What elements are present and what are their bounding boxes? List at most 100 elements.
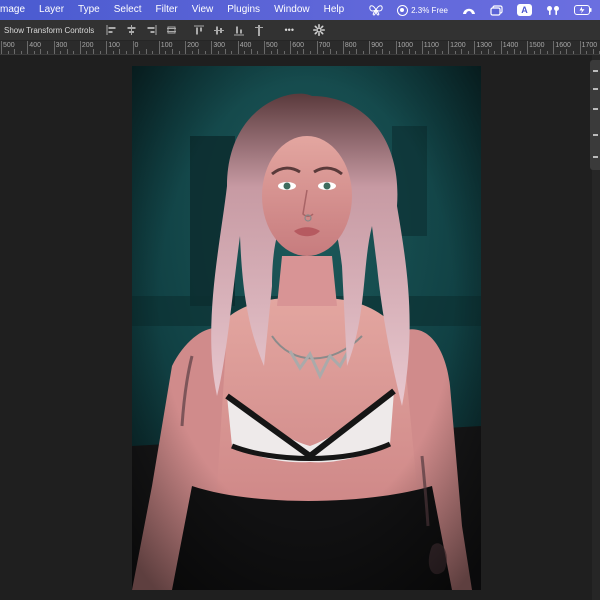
ruler-minor-tick — [533, 51, 535, 54]
ruler-minor-tick — [14, 49, 16, 54]
ruler-minor-tick — [461, 49, 463, 54]
menubar: mage Layer Type Select Filter View Plugins Wind… — [0, 0, 600, 20]
menu-layer[interactable]: Layer — [32, 0, 71, 20]
ruler-minor-tick — [402, 51, 404, 54]
ruler-minor-tick — [336, 51, 338, 54]
ruler-minor-tick — [573, 51, 575, 54]
ruler-minor-tick — [66, 49, 68, 54]
ruler-minor-tick — [375, 51, 377, 54]
window-icon[interactable] — [490, 0, 503, 20]
ruler-major-tick — [79, 41, 81, 54]
gear-icon[interactable] — [312, 23, 326, 37]
ruler-minor-tick — [191, 51, 193, 54]
show-transform-controls-checkbox[interactable]: Show Transform Controls — [4, 26, 94, 35]
align-bottom-icon[interactable] — [232, 23, 246, 37]
ruler-minor-tick — [586, 51, 588, 54]
ruler-label: 300 — [213, 42, 226, 49]
arc-icon[interactable] — [462, 0, 476, 20]
ruler-label: 1300 — [476, 42, 492, 49]
ruler-minor-tick — [349, 51, 351, 54]
ruler-major-tick — [132, 41, 134, 54]
ruler-minor-tick — [165, 51, 167, 54]
memory-indicator[interactable]: 2.3% Free — [397, 4, 448, 16]
input-source-icon[interactable]: A — [517, 0, 532, 20]
align-middle-icon[interactable] — [212, 23, 226, 37]
ruler-minor-tick — [217, 51, 219, 54]
menu-filter[interactable]: Filter — [149, 0, 185, 20]
ruler-label: 600 — [292, 42, 304, 49]
align-right-icon[interactable] — [144, 23, 158, 37]
menu-select[interactable]: Select — [107, 0, 149, 20]
ruler-major-tick — [290, 41, 292, 54]
collapsed-panel-tabs[interactable] — [590, 60, 600, 170]
ruler-major-tick — [211, 41, 213, 54]
ruler-minor-tick — [388, 51, 390, 54]
ruler-minor-tick — [356, 49, 358, 54]
ruler-label: 200 — [81, 42, 94, 49]
ruler-minor-tick — [125, 51, 127, 54]
document-image[interactable] — [132, 66, 481, 590]
ruler-label: 0 — [134, 42, 139, 49]
ruler-minor-tick — [73, 51, 75, 54]
ruler-minor-tick — [231, 51, 233, 54]
distribute-vertical-icon[interactable] — [252, 23, 266, 37]
ruler-minor-tick — [198, 49, 200, 54]
ruler-minor-tick — [152, 51, 154, 54]
ruler-minor-tick — [559, 51, 561, 54]
ruler-major-tick — [500, 41, 502, 54]
ruler-label: 1500 — [529, 42, 545, 49]
ruler-minor-tick — [566, 49, 568, 54]
horizontal-ruler[interactable]: 500 400 300 200 100 0 100 200 300 400 500 600 700 800… — [0, 41, 600, 55]
ruler-minor-tick — [145, 49, 147, 54]
ruler-minor-tick — [513, 49, 515, 54]
ruler-major-tick — [106, 41, 108, 54]
ruler-label: 1700 — [581, 42, 598, 49]
airpods-icon[interactable] — [546, 0, 560, 20]
menu-help[interactable]: Help — [317, 0, 352, 20]
menu-plugins[interactable]: Plugins — [220, 0, 267, 20]
ruler-minor-tick — [33, 51, 35, 54]
ruler-label: 100 — [108, 42, 120, 49]
ruler-minor-tick — [178, 51, 180, 54]
ruler-minor-tick — [99, 51, 101, 54]
ruler-major-tick — [369, 41, 371, 54]
ruler-major-tick — [316, 41, 318, 54]
ruler-minor-tick — [283, 51, 285, 54]
more-options-button[interactable]: ••• — [280, 23, 298, 37]
ruler-minor-tick — [310, 51, 312, 54]
ruler-label: 1400 — [502, 42, 519, 49]
ruler-minor-tick — [441, 51, 443, 54]
ruler-minor-tick — [494, 51, 496, 54]
align-center-icon[interactable] — [124, 23, 138, 37]
menu-mage[interactable]: mage — [0, 0, 32, 20]
ruler-minor-tick — [480, 51, 482, 54]
battery-icon[interactable] — [574, 0, 592, 20]
ruler-minor-tick — [20, 51, 22, 54]
butterfly-icon[interactable] — [369, 0, 383, 20]
ruler-minor-tick — [507, 51, 509, 54]
ruler-minor-tick — [520, 51, 522, 54]
menu-type[interactable]: Type — [71, 0, 107, 20]
ruler-minor-tick — [303, 49, 305, 54]
menu-window[interactable]: Window — [267, 0, 317, 20]
ruler-label: 700 — [318, 42, 331, 49]
distribute-horizontal-icon[interactable] — [164, 23, 178, 37]
ruler-minor-tick — [454, 51, 456, 54]
menu-view[interactable]: View — [185, 0, 221, 20]
ruler-label: 500 — [266, 42, 278, 49]
ruler-major-tick — [185, 41, 187, 54]
ruler-minor-tick — [546, 51, 548, 54]
ruler-minor-tick — [93, 49, 95, 54]
ruler-minor-tick — [204, 51, 206, 54]
ruler-minor-tick — [7, 51, 9, 54]
ruler-major-tick — [342, 41, 344, 54]
ruler-minor-tick — [270, 51, 272, 54]
memory-text: 2.3% Free — [411, 5, 448, 15]
ruler-major-tick — [448, 41, 450, 54]
ruler-minor-tick — [467, 51, 469, 54]
align-left-icon[interactable] — [104, 23, 118, 37]
ruler-minor-tick — [224, 49, 226, 54]
align-top-icon[interactable] — [192, 23, 206, 37]
ruler-minor-tick — [250, 49, 252, 54]
app-menus: mage Layer Type Select Filter View Plugins Wind… — [0, 0, 351, 20]
